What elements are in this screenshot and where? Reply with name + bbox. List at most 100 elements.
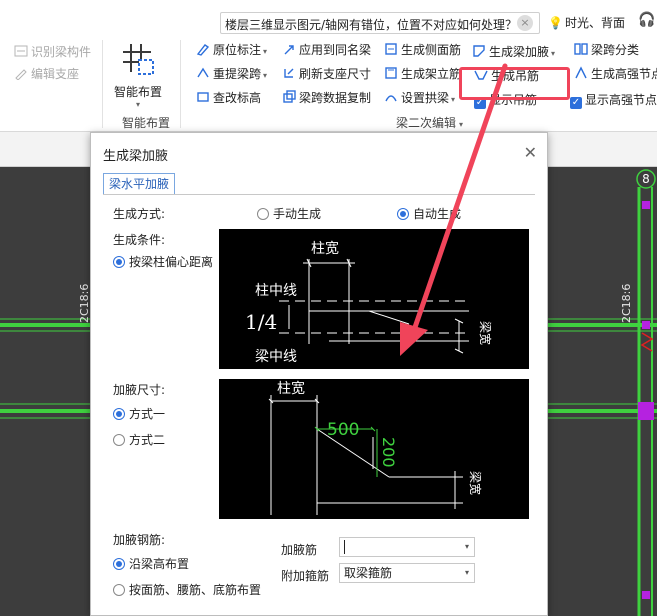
search-box[interactable]: 楼层三维显示图元/轴网有错位，位置不对应如何处理？ × bbox=[220, 12, 540, 34]
node-icon bbox=[575, 66, 587, 79]
size-mode2-radio[interactable]: 方式二 bbox=[113, 431, 165, 448]
chevron-down-icon: ▾ bbox=[464, 568, 469, 577]
erect-rebar-icon bbox=[385, 67, 397, 79]
separator bbox=[102, 40, 103, 128]
ribbon: 识别梁构件 编辑支座 智能布置 ▾ 智能布置 原位标注 ▾ 重提梁跨 ▾ 查改标高 … bbox=[0, 36, 657, 132]
tab-horizontal-haunch[interactable]: 梁水平加腋 bbox=[103, 173, 176, 195]
node-marker bbox=[642, 591, 650, 599]
beam-center-text: 梁中线 bbox=[255, 349, 297, 365]
haunch-dialog: 生成梁加腋 ✕ 梁水平加腋 生成方式: 手动生成 自动生成 生成条件: 按梁柱偏… bbox=[90, 132, 548, 616]
node-marker bbox=[638, 402, 654, 420]
method-auto-radio[interactable]: 自动生成 bbox=[397, 205, 519, 222]
radio-icon bbox=[113, 584, 125, 596]
condition-diagram: 柱宽 柱中线 1/4 梁中线 梁宽 bbox=[219, 229, 529, 369]
generate-haunch-button[interactable]: 生成梁加腋 ▾ bbox=[472, 42, 555, 62]
user-info[interactable]: 💡 时光、背面 bbox=[548, 14, 625, 31]
headset-icon[interactable]: 🎧 bbox=[638, 12, 655, 28]
close-icon[interactable]: ✕ bbox=[524, 143, 537, 162]
smart-layout-button[interactable]: 智能布置 ▾ bbox=[108, 42, 168, 109]
user-name: 时光、背面 bbox=[564, 16, 625, 30]
grid-layout-icon bbox=[123, 44, 154, 75]
chevron-down-icon: ▾ bbox=[451, 95, 456, 104]
stirrup-select[interactable]: 取梁箍筋 ▾ bbox=[339, 563, 475, 583]
ratio-text: 1/4 bbox=[245, 310, 277, 334]
side-rebar-icon bbox=[385, 43, 397, 55]
haunch-icon bbox=[473, 45, 485, 57]
size-mode1-radio[interactable]: 方式一 bbox=[113, 405, 165, 422]
copy-icon bbox=[283, 90, 296, 103]
identify-icon bbox=[14, 45, 28, 57]
elevation-icon bbox=[197, 92, 209, 102]
rebar-by-face-radio[interactable]: 按面筋、腰筋、底筋布置 bbox=[113, 581, 261, 598]
highlight-box bbox=[459, 67, 570, 100]
chevron-down-icon: ▾ bbox=[135, 100, 140, 109]
arch-icon bbox=[385, 95, 397, 102]
stirrup-label: 附加箍筋 bbox=[281, 569, 330, 583]
checkbox-checked-icon: ✓ bbox=[570, 97, 582, 109]
apply-icon bbox=[284, 45, 294, 55]
chevron-down-icon: ▾ bbox=[459, 120, 464, 129]
side-rebar-button[interactable]: 生成侧面筋 bbox=[384, 40, 461, 60]
col-width-text: 柱宽 bbox=[311, 240, 339, 257]
radio-selected-icon bbox=[113, 558, 125, 570]
edit-elevation-button[interactable]: 查改标高 bbox=[196, 88, 261, 108]
erect-rebar-button[interactable]: 生成架立筋 bbox=[384, 64, 461, 84]
radio-icon bbox=[257, 208, 269, 220]
show-high-strength-checkbox[interactable]: ✓ 显示高强节点 bbox=[570, 90, 657, 110]
edit-icon bbox=[15, 69, 27, 80]
beam-width-text: 梁宽 bbox=[468, 471, 483, 495]
refresh-icon bbox=[284, 68, 294, 78]
separator bbox=[180, 40, 181, 128]
re-extract-span-button[interactable]: 重提梁跨 ▾ bbox=[196, 64, 267, 84]
chevron-down-icon: ▾ bbox=[551, 49, 556, 58]
classify-icon bbox=[574, 43, 588, 55]
rebar-along-height-radio[interactable]: 沿梁高布置 bbox=[113, 555, 189, 572]
group-label-beam2: 梁二次编辑 ▾ bbox=[396, 116, 464, 130]
radio-icon bbox=[113, 434, 125, 446]
span-icon bbox=[197, 67, 209, 78]
condition-label: 生成条件: bbox=[113, 233, 166, 247]
size-diagram: 柱宽 500 200 梁宽 bbox=[219, 379, 529, 519]
haunch-width-text: 200 bbox=[379, 437, 398, 468]
edit-support-button[interactable]: 编辑支座 bbox=[14, 64, 79, 84]
method-manual-radio[interactable]: 手动生成 bbox=[257, 205, 321, 222]
col-width-text: 柱宽 bbox=[277, 380, 305, 397]
annotation-icon bbox=[196, 44, 210, 56]
identify-beam-button[interactable]: 识别梁构件 bbox=[14, 42, 91, 62]
chevron-down-icon: ▾ bbox=[263, 71, 268, 80]
top-bar: 楼层三维显示图元/轴网有错位，位置不对应如何处理？ × 💡 时光、背面 🎧 bbox=[0, 0, 657, 36]
rebar-mark bbox=[640, 332, 654, 352]
stirrup-value: 取梁箍筋 bbox=[344, 566, 393, 580]
apply-same-name-button[interactable]: 应用到同名梁 bbox=[282, 40, 371, 60]
clear-icon[interactable]: × bbox=[517, 15, 533, 31]
refresh-support-button[interactable]: 刷新支座尺寸 bbox=[282, 64, 371, 84]
node-marker bbox=[642, 321, 650, 329]
copy-span-data-button[interactable]: 梁跨数据复制 bbox=[282, 88, 371, 108]
haunch-length-text: 500 bbox=[327, 420, 359, 440]
radio-selected-icon bbox=[113, 256, 125, 268]
haunch-rebar-select[interactable]: ▾ bbox=[339, 537, 475, 557]
high-strength-node-button[interactable]: 生成高强节点 bbox=[574, 64, 657, 84]
right-rebar-label: 2C18:6 bbox=[620, 284, 633, 323]
radio-selected-icon bbox=[397, 208, 409, 220]
tab-divider bbox=[103, 194, 535, 195]
group-label-smart: 智能布置 bbox=[122, 116, 171, 130]
col-center-text: 柱中线 bbox=[255, 283, 297, 299]
method-label: 生成方式: bbox=[113, 207, 166, 221]
chevron-down-icon: ▾ bbox=[263, 47, 268, 56]
chevron-down-icon: ▾ bbox=[464, 542, 469, 551]
span-classify-button[interactable]: 梁跨分类 bbox=[574, 40, 639, 60]
search-query: 楼层三维显示图元/轴网有错位，位置不对应如何处理？ bbox=[225, 18, 518, 32]
haunch-rebar-label: 加腋筋 bbox=[281, 543, 318, 557]
in-place-annotation-button[interactable]: 原位标注 ▾ bbox=[196, 40, 267, 60]
radio-selected-icon bbox=[113, 408, 125, 420]
bulb-icon: 💡 bbox=[548, 16, 563, 30]
rebar-label: 加腋钢筋: bbox=[113, 533, 166, 547]
dialog-title: 生成梁加腋 bbox=[103, 149, 169, 164]
haunch-rebar-value bbox=[344, 540, 345, 554]
beam-width-text: 梁宽 bbox=[478, 321, 493, 345]
size-label: 加腋尺寸: bbox=[113, 383, 166, 397]
arch-beam-button[interactable]: 设置拱梁 ▾ bbox=[384, 88, 455, 108]
node-marker bbox=[642, 201, 650, 209]
condition-eccentric-radio[interactable]: 按梁柱偏心距离 bbox=[113, 253, 213, 270]
